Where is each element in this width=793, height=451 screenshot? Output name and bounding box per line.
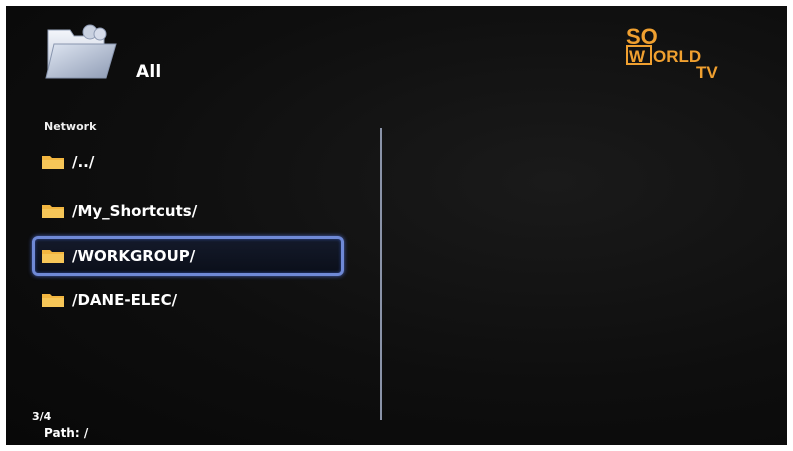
logo: SO W ORLD TV (626, 24, 718, 82)
folder-icon (42, 156, 64, 169)
file-item-label: /DANE-ELEC/ (72, 291, 178, 309)
logo-line-3: TV (696, 63, 718, 82)
page-title: All (136, 62, 162, 82)
section-label: Network (44, 120, 97, 133)
divider (380, 128, 382, 420)
folder-icon (42, 205, 64, 218)
file-item-workgroup[interactable]: /WORKGROUP/ (32, 236, 344, 276)
folder-icon (42, 294, 64, 307)
page-count: 3/4 (32, 410, 52, 423)
file-item-label: /WORKGROUP/ (72, 247, 196, 265)
logo-line-2-rest: ORLD (653, 47, 701, 66)
file-item-label: /My_Shortcuts/ (72, 202, 198, 220)
file-item-dane-elec[interactable]: /DANE-ELEC/ (32, 282, 344, 318)
media-player-screen: All SO W ORLD TV Network /../ /My_Shortc… (6, 6, 787, 445)
file-item-my-shortcuts[interactable]: /My_Shortcuts/ (32, 193, 344, 229)
file-item-parent[interactable]: /../ (32, 144, 344, 180)
folder-icon (45, 24, 117, 79)
logo-line-2-boxed: W (629, 47, 646, 66)
folder-icon (42, 250, 64, 263)
file-item-label: /../ (72, 153, 95, 171)
path-label: Path: / (44, 426, 89, 440)
